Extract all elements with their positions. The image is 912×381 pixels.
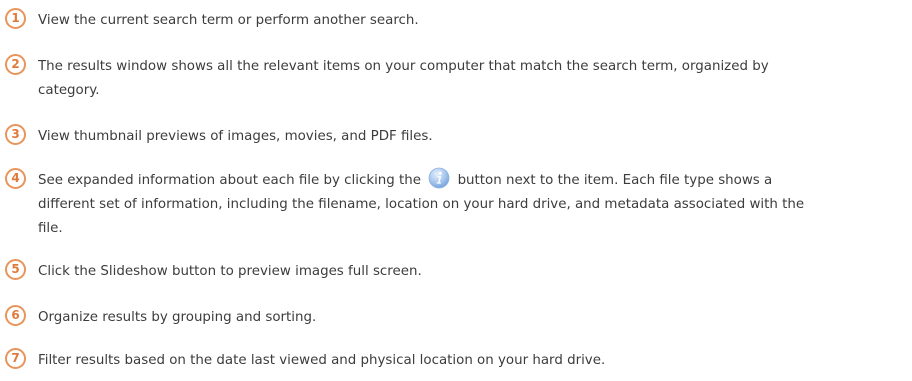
step-text: Click the Slideshow button to preview im…: [38, 264, 422, 279]
step-text-before-icon: See expanded information about each file…: [38, 173, 422, 188]
step-number-badge: 4: [5, 168, 26, 189]
step-number-badge: 6: [5, 305, 26, 326]
step-number-badge: 7: [5, 348, 26, 369]
step-number-badge: 5: [5, 259, 26, 280]
info-button-icon: [428, 167, 450, 189]
step-text: Organize results by grouping and sorting…: [38, 310, 317, 325]
step-text: View thumbnail previews of images, movie…: [38, 129, 433, 144]
step-number-badge: 2: [5, 54, 26, 75]
step-number-badge: 1: [5, 8, 26, 29]
step-text: See expanded information about each file…: [38, 167, 808, 241]
step-text: View the current search term or perform …: [38, 13, 419, 28]
step-number-badge: 3: [5, 124, 26, 145]
step-text: Filter results based on the date last vi…: [38, 353, 606, 368]
step-text: The results window shows all the relevan…: [38, 59, 769, 98]
instruction-list: 1 View the current search term or perfor…: [0, 0, 912, 381]
